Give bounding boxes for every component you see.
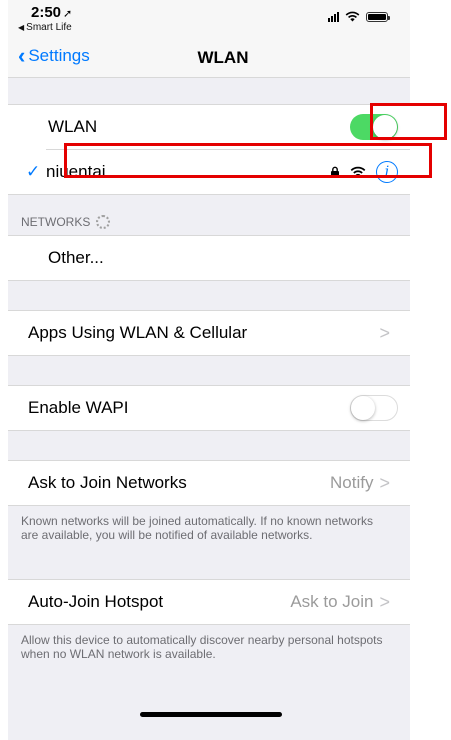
page-title: WLAN: [197, 48, 249, 67]
auto-join-value: Ask to Join: [290, 592, 374, 611]
home-indicator[interactable]: [140, 712, 282, 717]
apps-using-label: Apps Using WLAN & Cellular: [28, 323, 248, 342]
navigation-bar: ‹ Settings WLAN: [8, 38, 410, 78]
ask-to-join-value: Notify: [330, 473, 374, 492]
apps-using-row[interactable]: Apps Using WLAN & Cellular >: [8, 311, 410, 355]
settings-screen: 2:50 ➚ ◀ Smart Life ‹ Settings WLAN WLAN…: [8, 0, 410, 740]
status-icons: [328, 11, 390, 22]
networks-header-label: NETWORKS: [21, 215, 91, 229]
checkmark-icon: ✓: [26, 162, 41, 181]
annotation-box-toggle: [370, 103, 447, 140]
other-network-label: Other...: [48, 248, 104, 267]
back-to-app[interactable]: ◀ Smart Life: [18, 22, 72, 33]
annotation-box-network: [64, 143, 432, 178]
ask-to-join-footnote: Known networks will be joined automatica…: [21, 514, 373, 542]
auto-join-group: Auto-Join Hotspot Ask to Join >: [8, 579, 410, 625]
spacer: [8, 79, 410, 104]
chevron-right-icon: >: [379, 591, 390, 612]
loading-spinner-icon: [96, 215, 111, 229]
auto-join-row[interactable]: Auto-Join Hotspot Ask to Join >: [8, 580, 410, 624]
battery-icon: [366, 11, 390, 22]
wapi-label: Enable WAPI: [28, 398, 129, 417]
wapi-row: Enable WAPI: [8, 386, 410, 430]
other-network-row[interactable]: Other...: [8, 236, 410, 280]
wapi-group: Enable WAPI: [8, 385, 410, 431]
status-bar: 2:50 ➚ ◀ Smart Life: [8, 0, 410, 38]
wlan-label: WLAN: [48, 117, 98, 136]
auto-join-label: Auto-Join Hotspot: [28, 592, 164, 611]
cellular-signal-icon: [328, 11, 339, 22]
wapi-toggle[interactable]: [350, 395, 398, 421]
wifi-status-icon: [345, 11, 360, 22]
chevron-right-icon: >: [379, 472, 390, 493]
ask-to-join-group: Ask to Join Networks Notify >: [8, 460, 410, 506]
location-arrow-icon: ➚: [63, 8, 73, 20]
status-time: 2:50 ➚: [31, 4, 73, 21]
auto-join-footnote: Allow this device to automatically disco…: [21, 633, 383, 661]
networks-group: Other...: [8, 235, 410, 281]
back-triangle-icon: ◀: [18, 23, 25, 32]
networks-section-header: NETWORKS: [8, 195, 410, 235]
apps-using-group: Apps Using WLAN & Cellular >: [8, 310, 410, 356]
ask-to-join-label: Ask to Join Networks: [28, 473, 187, 492]
ask-to-join-row[interactable]: Ask to Join Networks Notify >: [8, 461, 410, 505]
chevron-right-icon: >: [379, 322, 390, 343]
